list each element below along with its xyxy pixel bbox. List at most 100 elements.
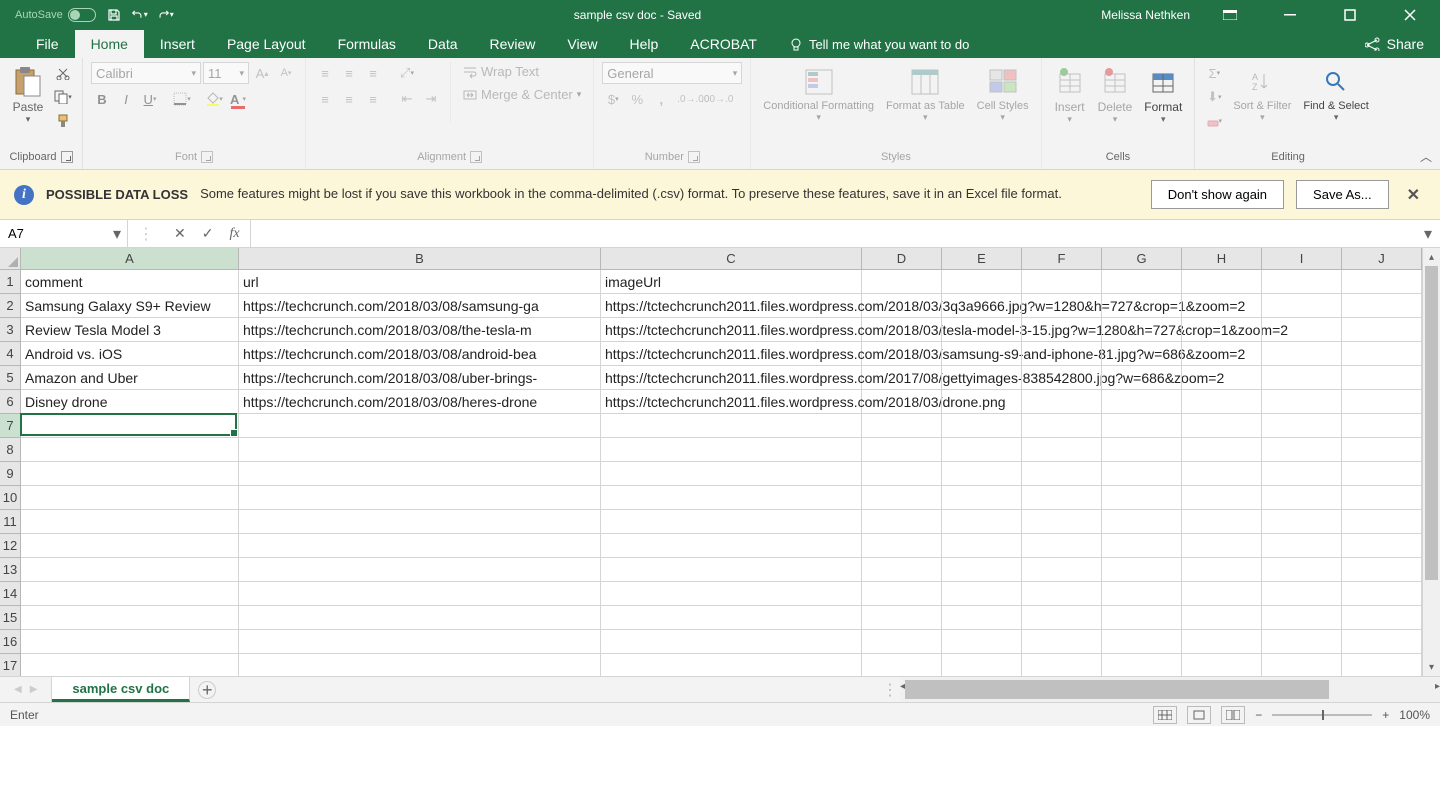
cells-area[interactable]: commenturlimageUrlSamsung Galaxy S9+ Rev… [21,270,1422,676]
cell-D14[interactable] [862,582,942,606]
cell-B11[interactable] [239,510,601,534]
cell-J12[interactable] [1342,534,1422,558]
row-header-2[interactable]: 2 [0,294,20,318]
name-box[interactable]: ▾ [0,220,128,247]
cell-G9[interactable] [1102,462,1182,486]
cell-A4[interactable]: Android vs. iOS [21,342,239,366]
cell-J8[interactable] [1342,438,1422,462]
maximize-icon[interactable] [1330,0,1370,29]
formula-cancel-button[interactable]: ✕ [170,225,190,242]
cell-E12[interactable] [942,534,1022,558]
sheet-resize-grip[interactable]: ⋮ [880,677,900,702]
tab-formulas[interactable]: Formulas [322,30,412,58]
cell-I9[interactable] [1262,462,1342,486]
cell-B3[interactable]: https://techcrunch.com/2018/03/08/the-te… [239,318,601,342]
row-header-12[interactable]: 12 [0,534,20,558]
sheet-nav[interactable]: ◀▶ [0,677,52,702]
cell-J4[interactable] [1342,342,1422,366]
page-layout-view-button[interactable] [1187,706,1211,724]
cell-E2[interactable] [942,294,1022,318]
cell-I17[interactable] [1262,654,1342,676]
cell-G10[interactable] [1102,486,1182,510]
cell-A1[interactable]: comment [21,270,239,294]
cell-G4[interactable] [1102,342,1182,366]
cell-D12[interactable] [862,534,942,558]
cell-B17[interactable] [239,654,601,676]
column-header-J[interactable]: J [1342,248,1422,269]
cell-I12[interactable] [1262,534,1342,558]
cell-J9[interactable] [1342,462,1422,486]
cell-C9[interactable] [601,462,862,486]
cell-D2[interactable] [862,294,942,318]
row-header-1[interactable]: 1 [0,270,20,294]
paste-button[interactable]: Paste ▾ [8,62,48,129]
column-header-I[interactable]: I [1262,248,1342,269]
cell-G8[interactable] [1102,438,1182,462]
cell-D6[interactable] [862,390,942,414]
cell-F17[interactable] [1022,654,1102,676]
cell-C16[interactable] [601,630,862,654]
row-header-7[interactable]: 7 [0,414,20,438]
format-table-button[interactable]: Format as Table▾ [882,62,969,127]
cell-H17[interactable] [1182,654,1262,676]
find-select-button[interactable]: Find & Select▾ [1299,62,1372,127]
cell-H5[interactable] [1182,366,1262,390]
cell-B10[interactable] [239,486,601,510]
align-center-button[interactable]: ≡ [338,88,360,110]
accounting-format-button[interactable]: $▾ [602,88,624,110]
cell-E11[interactable] [942,510,1022,534]
row-header-4[interactable]: 4 [0,342,20,366]
cell-F5[interactable] [1022,366,1102,390]
conditional-formatting-button[interactable]: Conditional Formatting▾ [759,62,878,127]
cell-E6[interactable] [942,390,1022,414]
align-bottom-button[interactable]: ≡ [362,62,384,84]
row-header-13[interactable]: 13 [0,558,20,582]
cell-D1[interactable] [862,270,942,294]
cell-E10[interactable] [942,486,1022,510]
insert-cells-button[interactable]: Insert▾ [1050,62,1090,129]
align-top-button[interactable]: ≡ [314,62,336,84]
cell-B16[interactable] [239,630,601,654]
formula-input[interactable] [251,220,1416,247]
cell-B1[interactable]: url [239,270,601,294]
cell-C4[interactable]: https://tctechcrunch2011.files.wordpress… [601,342,862,366]
select-all-button[interactable] [0,248,21,269]
autosum-button[interactable]: Σ▾ [1203,62,1225,84]
share-button[interactable]: Share [1349,30,1440,58]
cell-C17[interactable] [601,654,862,676]
cell-A9[interactable] [21,462,239,486]
horizontal-scrollbar[interactable]: ◂ ▸ [900,677,1440,702]
cell-B14[interactable] [239,582,601,606]
cell-F16[interactable] [1022,630,1102,654]
cell-A6[interactable]: Disney drone [21,390,239,414]
name-box-dropdown[interactable]: ▾ [107,224,127,244]
name-box-input[interactable] [0,226,107,241]
cell-J1[interactable] [1342,270,1422,294]
cell-C6[interactable]: https://tctechcrunch2011.files.wordpress… [601,390,862,414]
cell-I13[interactable] [1262,558,1342,582]
cell-I1[interactable] [1262,270,1342,294]
cell-J13[interactable] [1342,558,1422,582]
cell-D11[interactable] [862,510,942,534]
delete-cells-button[interactable]: Delete▾ [1094,62,1137,129]
cut-button[interactable] [52,62,74,84]
cell-H9[interactable] [1182,462,1262,486]
cell-F12[interactable] [1022,534,1102,558]
row-header-17[interactable]: 17 [0,654,20,676]
cell-E16[interactable] [942,630,1022,654]
align-left-button[interactable]: ≡ [314,88,336,110]
cell-C12[interactable] [601,534,862,558]
cell-C1[interactable]: imageUrl [601,270,862,294]
cell-F2[interactable] [1022,294,1102,318]
row-header-6[interactable]: 6 [0,390,20,414]
zoom-level[interactable]: 100% [1399,708,1430,722]
cell-J15[interactable] [1342,606,1422,630]
cell-A7[interactable] [21,414,239,438]
cell-E3[interactable] [942,318,1022,342]
cell-A8[interactable] [21,438,239,462]
font-dialog-launcher[interactable] [201,151,213,163]
cell-B4[interactable]: https://techcrunch.com/2018/03/08/androi… [239,342,601,366]
cell-A14[interactable] [21,582,239,606]
bold-button[interactable]: B [91,88,113,110]
cell-D15[interactable] [862,606,942,630]
